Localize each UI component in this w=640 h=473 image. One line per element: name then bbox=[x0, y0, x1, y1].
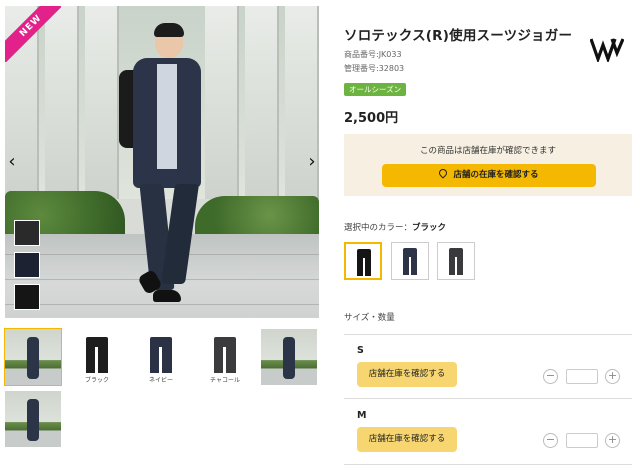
thumbnail-label: ネイビー bbox=[148, 377, 173, 384]
photo-window bbox=[245, 6, 279, 200]
thumbnail-item[interactable]: ネイビー bbox=[133, 329, 189, 385]
product-title: ソロテックス(R)使用スーツジョガー bbox=[344, 28, 573, 44]
photo-color-swatches bbox=[14, 220, 40, 316]
divider bbox=[344, 398, 632, 399]
photo-model-shirt bbox=[157, 64, 177, 169]
divider bbox=[344, 464, 632, 465]
quantity-plus-icon[interactable]: + bbox=[605, 369, 620, 384]
brand-logo-icon bbox=[590, 38, 624, 62]
size-quantity-label: サイズ・数量 bbox=[344, 313, 395, 323]
new-badge: NEW bbox=[5, 6, 61, 62]
thumbnail-label: チャコール bbox=[210, 377, 240, 384]
thumbnail-label: ブラック bbox=[84, 377, 109, 384]
management-number: 管理番号:32803 bbox=[344, 64, 405, 73]
photo-window bbox=[85, 6, 119, 200]
selected-color-label: 選択中のカラー：ブラック bbox=[344, 221, 446, 233]
gallery-prev-icon[interactable]: ‹ bbox=[4, 150, 20, 174]
thumbnail-item[interactable]: ブラック bbox=[69, 329, 125, 385]
photo-window bbox=[205, 6, 239, 200]
color-option-navy[interactable] bbox=[391, 242, 429, 280]
pants-thumbnail bbox=[357, 249, 371, 276]
thumbnail-item[interactable] bbox=[261, 329, 317, 385]
map-pin-icon bbox=[437, 167, 450, 179]
store-stock-message: この商品は店舗在庫が確認できます bbox=[419, 146, 556, 156]
quantity-minus-icon[interactable]: − bbox=[543, 369, 558, 384]
photo-model-hair bbox=[154, 23, 184, 37]
size-m-stock-button[interactable]: 店舗在庫を確認する bbox=[357, 427, 457, 452]
selected-color-name: ブラック bbox=[412, 223, 447, 233]
color-option-black[interactable] bbox=[344, 242, 382, 280]
size-name-m: M bbox=[357, 410, 367, 421]
thumbnail-item[interactable] bbox=[5, 391, 61, 447]
product-price: 2,500円 bbox=[344, 111, 399, 126]
pants-thumbnail bbox=[449, 248, 463, 275]
season-badge: オールシーズン bbox=[344, 83, 407, 96]
quantity-minus-icon[interactable]: − bbox=[543, 433, 558, 448]
quantity-input-s[interactable] bbox=[566, 369, 598, 384]
new-badge-label: NEW bbox=[5, 6, 61, 62]
thumbnail-item[interactable] bbox=[4, 328, 62, 386]
check-store-stock-button[interactable]: 店舗の在庫を確認する bbox=[382, 164, 596, 187]
product-number: 商品番号:JK033 bbox=[344, 50, 402, 59]
size-name-s: S bbox=[357, 345, 364, 356]
swatch bbox=[14, 252, 40, 278]
divider bbox=[344, 334, 632, 335]
quantity-plus-icon[interactable]: + bbox=[605, 433, 620, 448]
photo-model-shoe bbox=[153, 290, 181, 302]
thumbnail-item[interactable]: チャコール bbox=[197, 329, 253, 385]
selected-color-prefix: 選択中のカラー： bbox=[344, 223, 413, 233]
swatch bbox=[14, 220, 40, 246]
gallery-next-icon[interactable]: › bbox=[304, 150, 320, 174]
pants-thumbnail bbox=[403, 248, 417, 275]
swatch bbox=[14, 284, 40, 310]
size-s-stock-button[interactable]: 店舗在庫を確認する bbox=[357, 362, 457, 387]
color-option-charcoal[interactable] bbox=[437, 242, 475, 280]
store-stock-panel: この商品は店舗在庫が確認できます 店舗の在庫を確認する bbox=[344, 134, 632, 196]
quantity-input-m[interactable] bbox=[566, 433, 598, 448]
check-store-stock-label: 店舗の在庫を確認する bbox=[453, 170, 539, 180]
